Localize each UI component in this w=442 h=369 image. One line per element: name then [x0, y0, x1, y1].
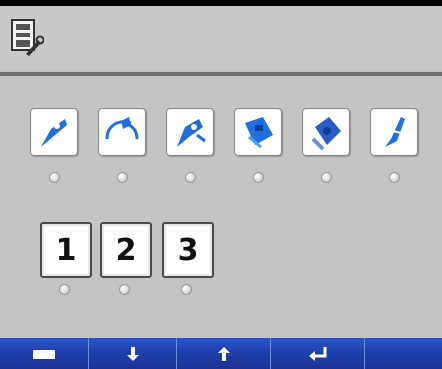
tool-button-probe[interactable]: [30, 108, 78, 156]
number-button-2[interactable]: 2: [100, 222, 152, 278]
screen: 1 2 3: [0, 0, 442, 369]
softkey-enter[interactable]: [270, 338, 365, 369]
brush-head-alt-icon: [311, 117, 341, 151]
top-border: [0, 0, 442, 6]
tool-button-probe-alt[interactable]: [166, 108, 214, 156]
softkey-down[interactable]: [88, 338, 177, 369]
header-bar: [0, 0, 442, 70]
arrow-down-icon: [127, 346, 139, 361]
tool-radio-6[interactable]: [389, 172, 400, 183]
tool-radio-4[interactable]: [253, 172, 264, 183]
softkey-blank[interactable]: [364, 338, 442, 369]
softkey-up[interactable]: [176, 338, 271, 369]
clamp-tool-icon: [105, 117, 139, 140]
softkey-bar: [0, 338, 442, 369]
probe-tool-alt-icon: [177, 119, 206, 147]
tool-radio-3[interactable]: [185, 172, 196, 183]
tool-radio-1[interactable]: [49, 172, 60, 183]
number-radio-3[interactable]: [181, 284, 192, 295]
number-radio-2[interactable]: [119, 284, 130, 295]
tool-button-pen[interactable]: [370, 108, 418, 156]
probe-tool-icon: [41, 119, 67, 147]
tool-button-brush-alt[interactable]: [302, 108, 350, 156]
enter-icon: [309, 346, 327, 361]
keyboard-icon: [33, 349, 55, 359]
tool-radio-2[interactable]: [117, 172, 128, 183]
header-divider: [0, 72, 442, 76]
tool-button-clamp[interactable]: [98, 108, 146, 156]
tool-settings-icon[interactable]: [10, 18, 44, 58]
brush-head-icon: [245, 117, 273, 149]
number-button-1[interactable]: 1: [40, 222, 92, 278]
arrow-up-icon: [218, 346, 230, 361]
pen-tool-icon: [385, 117, 405, 147]
softkey-keyboard[interactable]: [0, 338, 88, 369]
number-radio-1[interactable]: [59, 284, 70, 295]
number-button-3[interactable]: 3: [162, 222, 214, 278]
tool-radio-5[interactable]: [321, 172, 332, 183]
tool-button-brush[interactable]: [234, 108, 282, 156]
